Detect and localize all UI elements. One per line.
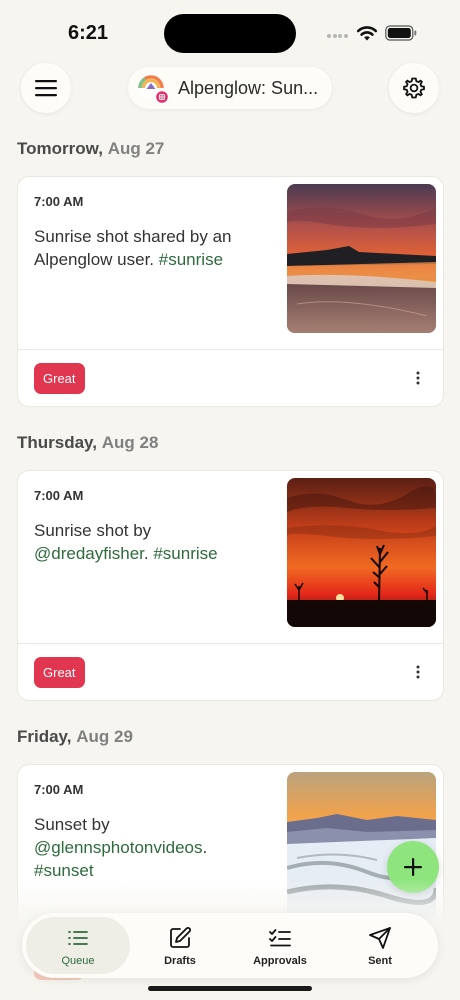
queue-list-icon	[68, 931, 88, 945]
post-body: Sunrise shot by	[34, 521, 152, 540]
tab-label: Sent	[368, 955, 392, 967]
home-indicator	[148, 986, 312, 991]
instagram-icon	[154, 89, 169, 104]
post-text: Sunset by @glennsphotonvideos. #sunset	[34, 813, 269, 882]
status-time: 6:21	[68, 22, 109, 44]
tab-sent[interactable]: Sent	[328, 917, 432, 974]
post-mention[interactable]: @dredayfisher	[34, 544, 144, 563]
channel-selector[interactable]: Alpenglow: Sun...	[128, 67, 332, 109]
dynamic-island	[164, 14, 296, 53]
sunrise-beach-photo	[287, 184, 436, 333]
red-sunrise-silhouette-photo	[287, 478, 436, 627]
channel-name: Alpenglow: Sun...	[178, 78, 319, 98]
post-text: Sunrise shot shared by an Alpenglow user…	[34, 225, 269, 271]
more-vertical-icon	[416, 665, 420, 679]
more-vertical-icon	[416, 371, 420, 385]
day-of-week: Friday,	[17, 727, 72, 746]
channel-avatar	[138, 73, 169, 104]
tab-queue[interactable]: Queue	[26, 917, 130, 974]
send-icon	[369, 927, 391, 949]
day-header: Tomorrow, Aug 27	[17, 139, 164, 159]
checklist-icon	[269, 929, 291, 947]
post-text: Sunrise shot by @dredayfisher. #sunrise	[34, 519, 269, 565]
quality-badge[interactable]: Great	[34, 657, 85, 688]
day-header: Friday, Aug 29	[17, 727, 133, 747]
day-date: Aug 29	[76, 727, 133, 746]
day-header: Thursday, Aug 28	[17, 433, 158, 453]
post-image[interactable]	[287, 478, 436, 627]
more-options-button[interactable]	[406, 366, 430, 390]
gear-icon	[403, 77, 425, 99]
plus-icon	[404, 858, 422, 876]
edit-icon	[170, 927, 191, 948]
post-hashtag: #sunset	[34, 861, 94, 880]
settings-button[interactable]	[389, 63, 439, 113]
post-card[interactable]: 7:00 AM Sunrise shot by @dredayfisher. #…	[17, 470, 444, 701]
cellular-signal-icon	[327, 34, 349, 39]
card-divider	[18, 349, 443, 350]
post-body-suffix: .	[202, 838, 208, 857]
menu-button[interactable]	[21, 63, 71, 113]
battery-icon	[385, 25, 417, 41]
tab-label: Approvals	[253, 955, 307, 967]
day-of-week: Tomorrow,	[17, 139, 103, 158]
post-hashtag: #sunrise	[153, 544, 218, 563]
tab-label: Queue	[61, 955, 95, 967]
tab-drafts[interactable]: Drafts	[128, 917, 232, 974]
post-hashtag: #sunrise	[158, 250, 224, 269]
post-card[interactable]: 7:00 AM Sunrise shot shared by an Alpeng…	[17, 176, 444, 407]
hamburger-menu-icon	[35, 80, 57, 97]
post-mention[interactable]: @glennsphotonvideos	[34, 838, 203, 857]
post-time: 7:00 AM	[34, 194, 84, 209]
post-body: Sunset by	[34, 815, 110, 834]
tab-label: Drafts	[164, 955, 196, 967]
post-image[interactable]	[287, 184, 436, 333]
tab-approvals[interactable]: Approvals	[228, 917, 332, 974]
day-date: Aug 28	[101, 433, 159, 452]
bottom-tab-bar: Queue Drafts Approvals Sent	[22, 913, 438, 978]
day-date: Aug 27	[107, 139, 165, 158]
quality-badge[interactable]: Great	[34, 363, 85, 394]
post-time: 7:00 AM	[34, 782, 84, 797]
post-time: 7:00 AM	[34, 488, 84, 503]
day-of-week: Thursday,	[17, 433, 97, 452]
card-divider	[18, 643, 443, 644]
wifi-icon	[356, 26, 378, 41]
more-options-button[interactable]	[406, 660, 430, 684]
post-body-suffix: .	[143, 544, 149, 563]
status-bar: 6:21	[0, 0, 460, 62]
